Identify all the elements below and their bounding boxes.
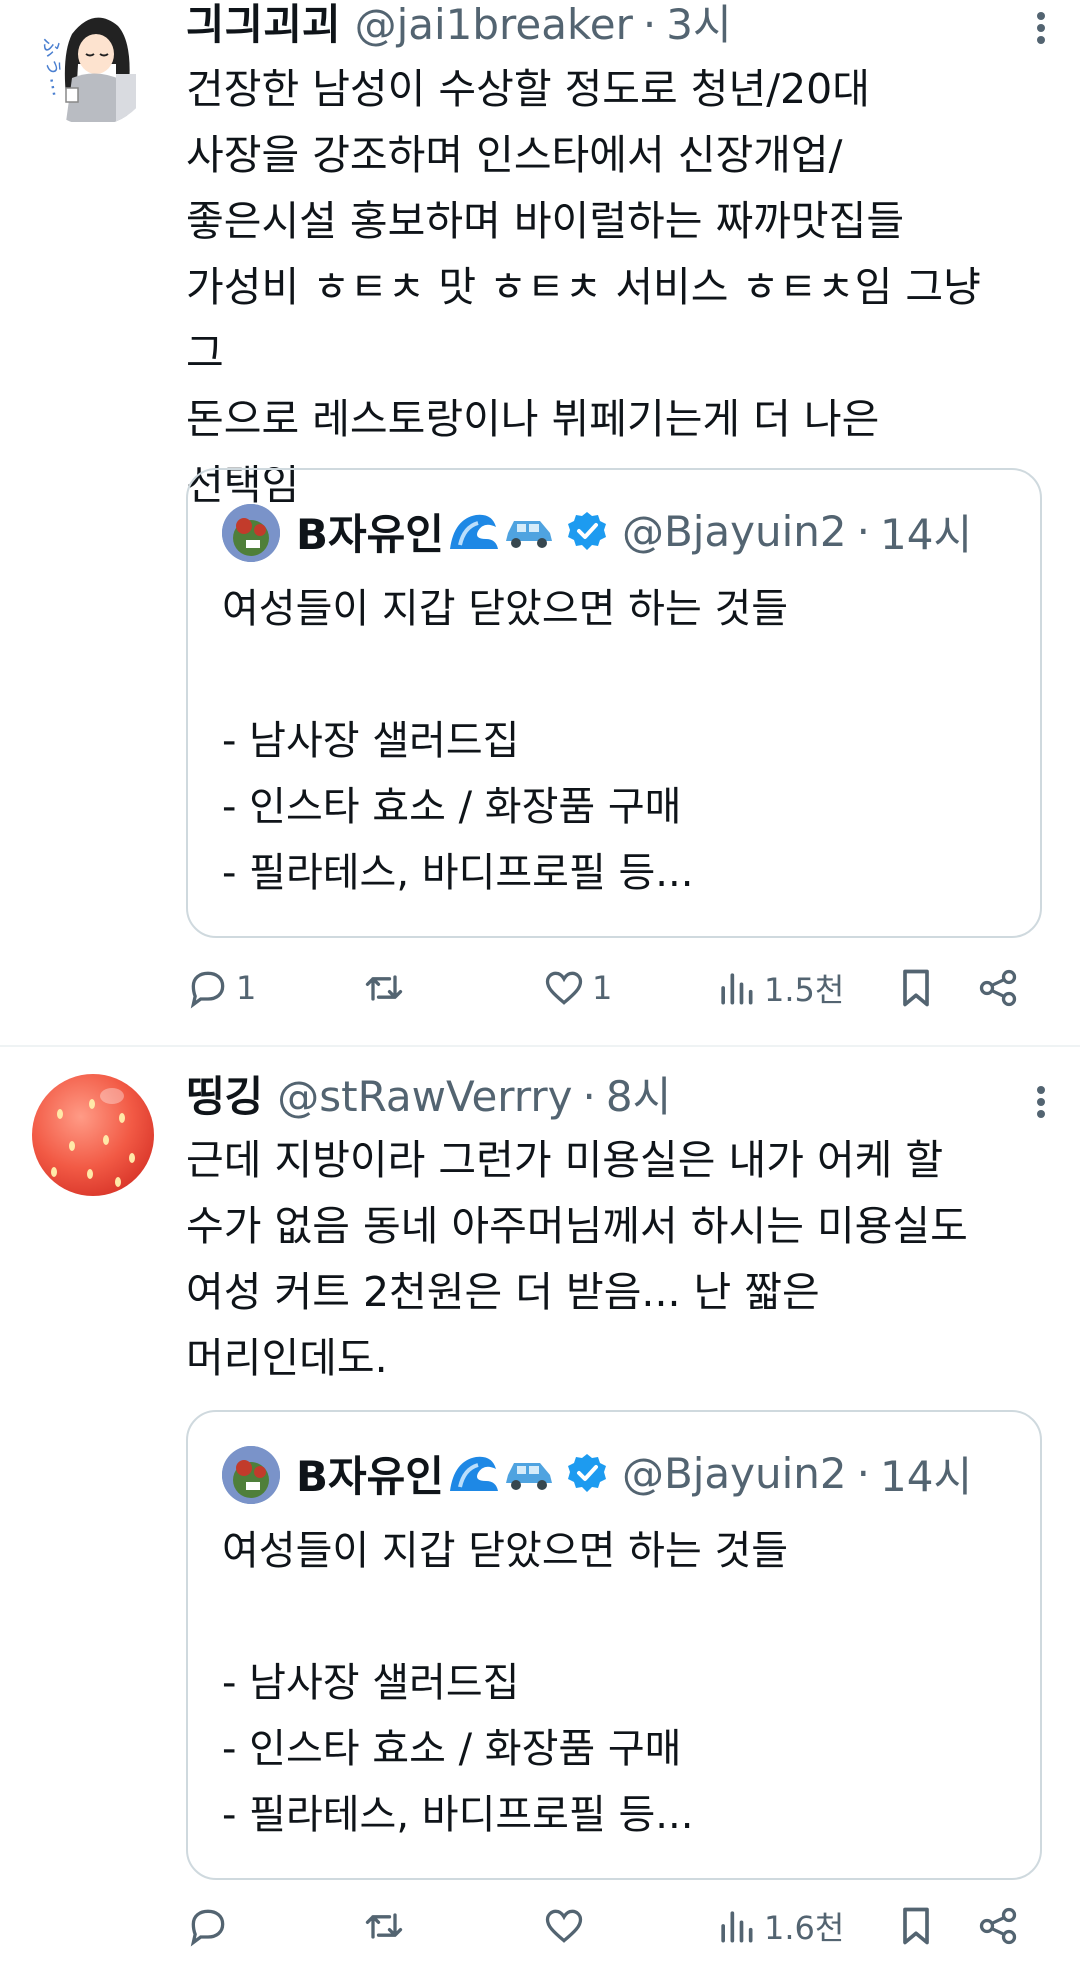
retweet-icon	[365, 1913, 403, 1939]
display-name[interactable]: 긔긔괴괴	[186, 0, 341, 50]
quote-avatar[interactable]	[222, 1446, 280, 1504]
more-options-icon[interactable]	[1026, 1078, 1056, 1128]
verified-badge-icon	[566, 1452, 608, 1494]
retweet-button[interactable]	[362, 958, 412, 1018]
wave-emoji-icon	[446, 1451, 500, 1495]
heart-icon	[545, 1909, 583, 1943]
bookmark-button[interactable]	[894, 958, 938, 1018]
reply-count: 1	[236, 969, 257, 1007]
views-button[interactable]: 1.6천	[714, 1896, 844, 1956]
share-icon	[979, 969, 1017, 1007]
tweet[interactable]: ふぅ… 긔긔괴괴 @jai1breaker · 3시 건장한 남성이 수상할 정…	[0, 0, 1080, 1045]
user-handle[interactable]: @jai1breaker	[355, 0, 633, 50]
views-button[interactable]: 1.5천	[714, 958, 844, 1018]
timestamp[interactable]: 8시	[606, 1072, 671, 1122]
quoted-tweet[interactable]: B자유인 @Bjayuin2 · 14시 여성들이 지갑 닫았으면 하는 것들 …	[186, 468, 1042, 938]
avatar[interactable]	[32, 1074, 154, 1196]
verified-badge-icon	[566, 510, 608, 552]
separator-dot: ·	[856, 506, 871, 556]
quote-avatar[interactable]	[222, 504, 280, 562]
reply-icon	[190, 1909, 225, 1947]
heart-icon	[545, 971, 583, 1005]
bookmark-button[interactable]	[894, 1896, 938, 1956]
quote-user-handle[interactable]: @Bjayuin2	[622, 507, 847, 556]
reply-button[interactable]: 1	[186, 958, 256, 1018]
separator-dot: ·	[642, 0, 657, 49]
quote-timestamp[interactable]: 14시	[880, 501, 972, 562]
quote-display-name[interactable]: B자유인	[296, 501, 444, 562]
share-button[interactable]	[976, 958, 1020, 1018]
like-button[interactable]: 1	[542, 958, 612, 1018]
quote-timestamp[interactable]: 14시	[880, 1443, 972, 1504]
tweet-header: 긔긔괴괴 @jai1breaker · 3시	[186, 0, 732, 50]
avatar-illustration: ふぅ…	[32, 4, 154, 126]
bookmark-icon	[903, 1907, 929, 1945]
tweet-text: 근데 지방이라 그런가 미용실은 내가 어케 할 수가 없음 동네 아주머님께서…	[186, 1136, 968, 1382]
wave-emoji-icon	[446, 509, 500, 553]
views-count: 1.6천	[764, 1909, 845, 1947]
tweet-actions: 1.6천	[186, 1896, 1042, 1956]
separator-dot: ·	[582, 1072, 596, 1121]
timestamp[interactable]: 3시	[666, 0, 731, 50]
bookmark-icon	[903, 969, 929, 1007]
share-icon	[979, 1907, 1017, 1945]
retweet-icon	[365, 975, 403, 1001]
tweet-text: 건장한 남성이 수상할 정도로 청년/20대 사장을 강조하며 인스타에서 신장…	[186, 65, 981, 509]
quoted-tweet[interactable]: B자유인 @Bjayuin2 · 14시 여성들이 지갑 닫았으면 하는 것들 …	[186, 1410, 1042, 1880]
more-options-icon[interactable]	[1026, 4, 1056, 54]
quote-text: 여성들이 지갑 닫았으면 하는 것들 - 남사장 샐러드집 - 인스타 효소 /…	[222, 586, 789, 896]
user-handle[interactable]: @stRawVerrry	[277, 1072, 572, 1122]
car-emoji-icon	[502, 1451, 556, 1495]
avatar[interactable]: ふぅ…	[32, 4, 154, 126]
like-button[interactable]	[542, 1896, 592, 1956]
quote-header: B자유인 @Bjayuin2 · 14시	[296, 1442, 972, 1504]
car-emoji-icon	[502, 509, 556, 553]
tweet-actions: 1 1 1.5천	[186, 958, 1042, 1018]
quote-header: B자유인 @Bjayuin2 · 14시	[296, 500, 972, 562]
tweet[interactable]: 띵깅 @stRawVerrry · 8시 근데 지방이라 그런가 미용실은 내가…	[0, 1046, 1080, 1971]
like-count: 1	[592, 969, 613, 1007]
views-chart-icon	[721, 973, 753, 1005]
tweet-header: 띵깅 @stRawVerrry · 8시	[186, 1072, 671, 1122]
quote-user-handle[interactable]: @Bjayuin2	[622, 1449, 847, 1498]
reply-button[interactable]	[186, 1896, 236, 1956]
views-count: 1.5천	[764, 971, 845, 1009]
quote-text: 여성들이 지갑 닫았으면 하는 것들 - 남사장 샐러드집 - 인스타 효소 /…	[222, 1528, 789, 1838]
quote-display-name[interactable]: B자유인	[296, 1443, 444, 1504]
display-name[interactable]: 띵깅	[186, 1072, 263, 1122]
reply-icon	[190, 971, 225, 1009]
strawberry-avatar	[32, 1074, 154, 1196]
retweet-button[interactable]	[362, 1896, 412, 1956]
views-chart-icon	[721, 1911, 753, 1943]
separator-dot: ·	[856, 1448, 871, 1498]
share-button[interactable]	[976, 1896, 1020, 1956]
